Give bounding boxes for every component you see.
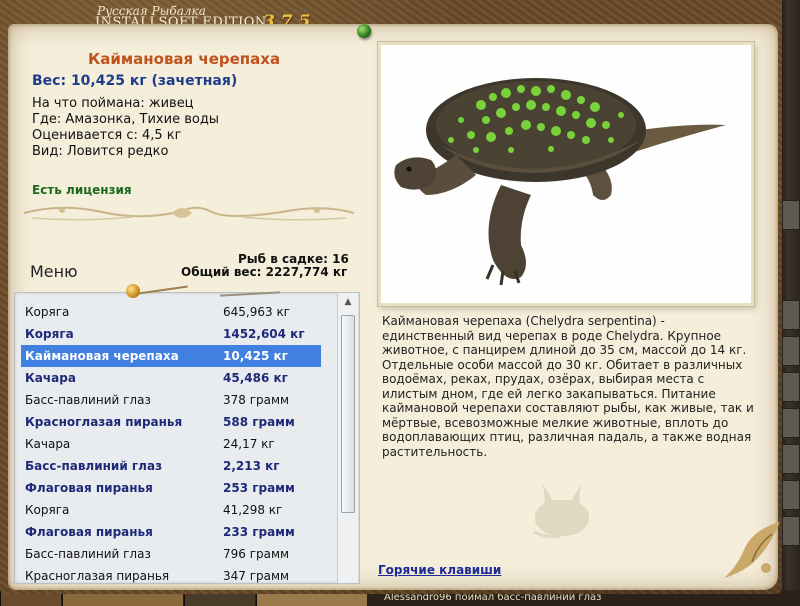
catch-item-name: Басс-павлиний глаз (25, 459, 163, 473)
background-tile (184, 592, 255, 606)
fish-weight: Вес: 10,425 кг (зачетная) (32, 73, 238, 89)
rarity-info: Вид: Ловится редко (32, 144, 169, 159)
menu-button[interactable]: Меню (30, 262, 78, 281)
catch-list[interactable]: Коряга 645,963 кг Коряга 1452,604 кг Каймано… (14, 292, 360, 584)
corner-flourish-ornament (724, 522, 780, 578)
fish-description: Каймановая черепаха (Chelydra serpentina… (382, 314, 754, 459)
catch-item-name: Коряга (25, 503, 70, 517)
catch-list-item[interactable]: Каймановая черепаха 10,425 кг (21, 345, 321, 367)
catch-item-weight: 10,425 кг (223, 349, 288, 363)
catch-item-name: Басс-павлиний глаз (25, 393, 151, 407)
catch-item-weight: 45,486 кг (223, 371, 288, 385)
location-info: Где: Амазонка, Тихие воды (32, 112, 220, 127)
catch-item-name: Красноглазая пиранья (25, 569, 170, 583)
catch-list-item[interactable]: Коряга 1452,604 кг (21, 323, 321, 345)
background-tile (256, 592, 367, 606)
gold-pushpin-icon (126, 284, 140, 298)
catch-item-name: Качара (25, 437, 71, 451)
catch-item-name: Флаговая пиранья (25, 481, 153, 495)
background-button (782, 300, 800, 330)
background-button (782, 516, 800, 546)
fish-name-heading: Каймановая черепаха (88, 50, 281, 68)
catch-list-item[interactable]: Коряга 645,963 кг (21, 301, 321, 323)
turtle-watermark-icon (533, 484, 589, 538)
catch-item-name: Коряга (25, 305, 70, 319)
catch-item-weight: 41,298 кг (223, 503, 283, 517)
catch-list-item[interactable]: Коряга 41,298 кг (21, 499, 321, 521)
turtle-photo (394, 78, 726, 286)
catch-item-weight: 796 грамм (223, 547, 290, 561)
catch-item-weight: 1452,604 кг (223, 327, 305, 341)
background-button (782, 480, 800, 510)
hotkeys-link[interactable]: Горячие клавиши (378, 563, 501, 577)
catch-item-weight: 233 грамм (223, 525, 295, 539)
license-status: Есть лицензия (32, 183, 132, 197)
background-button (782, 200, 800, 230)
catch-item-weight: 2,213 кг (223, 459, 280, 473)
background-side-panel (780, 0, 800, 606)
catch-item-weight: 378 грамм (223, 393, 290, 407)
keepnet-total-weight: Общий вес: 2227,774 кг (181, 265, 348, 279)
catch-item-name: Каймановая черепаха (25, 349, 179, 363)
catch-item-weight: 24,17 кг (223, 437, 275, 451)
background-button (782, 372, 800, 402)
catch-list-item[interactable]: Басс-павлиний глаз 378 грамм (21, 389, 321, 411)
list-scrollbar[interactable]: ▲ (337, 293, 358, 583)
catch-list-item[interactable]: Качара 45,486 кг (21, 367, 321, 389)
catch-item-name: Коряга (25, 327, 74, 341)
catch-item-name: Красноглазая пиранья (25, 415, 183, 429)
catch-list-item[interactable]: Флаговая пиранья 253 грамм (21, 477, 321, 499)
scroll-thumb[interactable] (341, 315, 355, 513)
valued-from-info: Оценивается с: 4,5 кг (32, 128, 182, 143)
background-button (782, 408, 800, 438)
catch-item-name: Басс-павлиний глаз (25, 547, 151, 561)
catch-item-name: Флаговая пиранья (25, 525, 153, 539)
divider-ornament (23, 206, 355, 221)
catch-list-item[interactable]: Красноглазая пиранья 347 грамм (21, 565, 321, 583)
background-button (782, 336, 800, 366)
catch-list-item[interactable]: Басс-павлиний глаз 2,213 кг (21, 455, 321, 477)
background-button (782, 444, 800, 474)
catch-item-weight: 253 грамм (223, 481, 295, 495)
catch-item-weight: 645,963 кг (223, 305, 290, 319)
catch-list-item[interactable]: Флаговая пиранья 233 грамм (21, 521, 321, 543)
scroll-up-arrow-icon[interactable]: ▲ (340, 295, 356, 309)
background-tile (0, 592, 61, 606)
green-pushpin-icon (357, 24, 371, 38)
catch-item-weight: 347 грамм (223, 569, 290, 583)
catch-list-item[interactable]: Красноглазая пиранья 588 грамм (21, 411, 321, 433)
catch-item-name: Качара (25, 371, 76, 385)
keepnet-count: Рыб в садке: 16 (238, 252, 349, 266)
catch-item-weight: 588 грамм (223, 415, 295, 429)
catch-list-item[interactable]: Басс-павлиний глаз 796 грамм (21, 543, 321, 565)
catch-list-item[interactable]: Качара 24,17 кг (21, 433, 321, 455)
bait-info: На что поймана: живец (32, 96, 194, 111)
background-tile (62, 592, 183, 606)
fish-photo-frame (378, 42, 754, 306)
